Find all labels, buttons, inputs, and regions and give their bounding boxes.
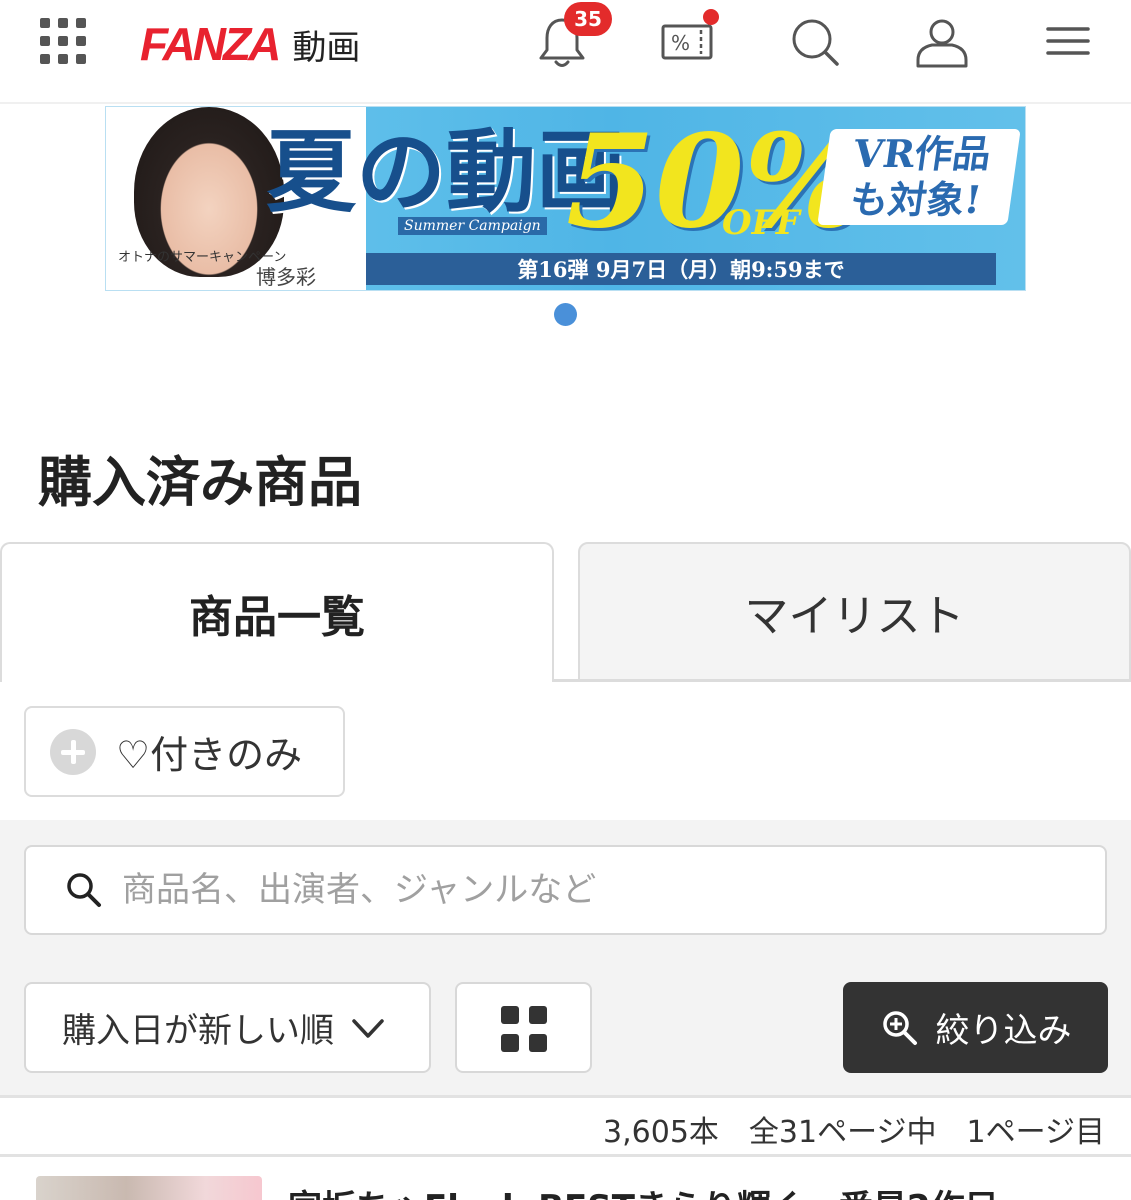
banner-date: 第16弾 9月7日（月）朝9:59まで <box>366 253 996 285</box>
search-icon[interactable] <box>785 12 845 72</box>
banner-percent: 50% <box>566 107 866 257</box>
favorites-only-label: ♡付きのみ <box>116 733 303 777</box>
search-icon <box>67 873 101 907</box>
user-icon[interactable] <box>910 12 970 72</box>
hamburger-menu-icon[interactable] <box>1038 12 1098 72</box>
logo-brand: FANZA <box>140 18 281 70</box>
grid-view-button[interactable] <box>455 982 592 1073</box>
sort-order-select[interactable]: 購入日が新しい順 <box>24 982 431 1073</box>
sort-order-value: 購入日が新しい順 <box>62 1011 334 1051</box>
fanza-logo[interactable]: FANZA 動画 <box>140 14 360 74</box>
top-header: FANZA 動画 35 % <box>0 0 1131 104</box>
banner-off: OFF <box>722 203 800 243</box>
page-title: 購入済み商品 <box>38 451 362 514</box>
divider <box>0 1154 1131 1157</box>
favorites-only-toggle[interactable]: ♡付きのみ <box>24 706 345 797</box>
logo-sub: 動画 <box>292 27 361 68</box>
results-total: 3,605本 <box>603 1115 719 1150</box>
campaign-banner[interactable]: オトナのサマーキャンペーン 博多彩葉/S1 夏の動画 Summer Campai… <box>105 106 1026 291</box>
zoom-in-icon <box>882 1010 917 1045</box>
item-thumbnail[interactable] <box>36 1176 262 1200</box>
coupon-label: % <box>671 31 690 55</box>
chevron-down-icon <box>352 1018 384 1038</box>
results-current-page: 1ページ目 <box>966 1115 1106 1150</box>
apps-grid-icon[interactable] <box>40 18 86 64</box>
tab-products[interactable]: 商品一覧 <box>0 542 554 682</box>
results-count: 3,605本 全31ページ中 1ページ目 <box>603 1107 1105 1151</box>
banner-vr-line1: VR作品 <box>850 131 994 176</box>
notification-badge: 35 <box>564 2 612 36</box>
tab-mylist[interactable]: マイリスト <box>578 542 1131 682</box>
plus-circle-icon <box>50 728 96 775</box>
banner-vr-line2: も対象! <box>847 177 985 222</box>
carousel-indicator-dot[interactable] <box>554 303 577 326</box>
tab-underline <box>552 679 1131 682</box>
item-title[interactable]: 宮坂ちゃFlash BESTきらり輝く一番星2作目 <box>288 1180 999 1200</box>
search-field[interactable] <box>24 845 1107 935</box>
search-input[interactable] <box>122 870 1022 910</box>
coupon-notification-dot <box>703 9 719 25</box>
banner-actress: 博多彩葉/S1 <box>256 265 316 289</box>
banner-summer-tag: Summer Campaign <box>398 217 547 235</box>
refine-label: 絞り込み <box>935 1011 1072 1051</box>
results-pages: 全31ページ中 <box>748 1115 937 1150</box>
refine-button[interactable]: 絞り込み <box>843 982 1108 1073</box>
banner-vr-callout: VR作品 も対象! <box>817 129 1021 225</box>
